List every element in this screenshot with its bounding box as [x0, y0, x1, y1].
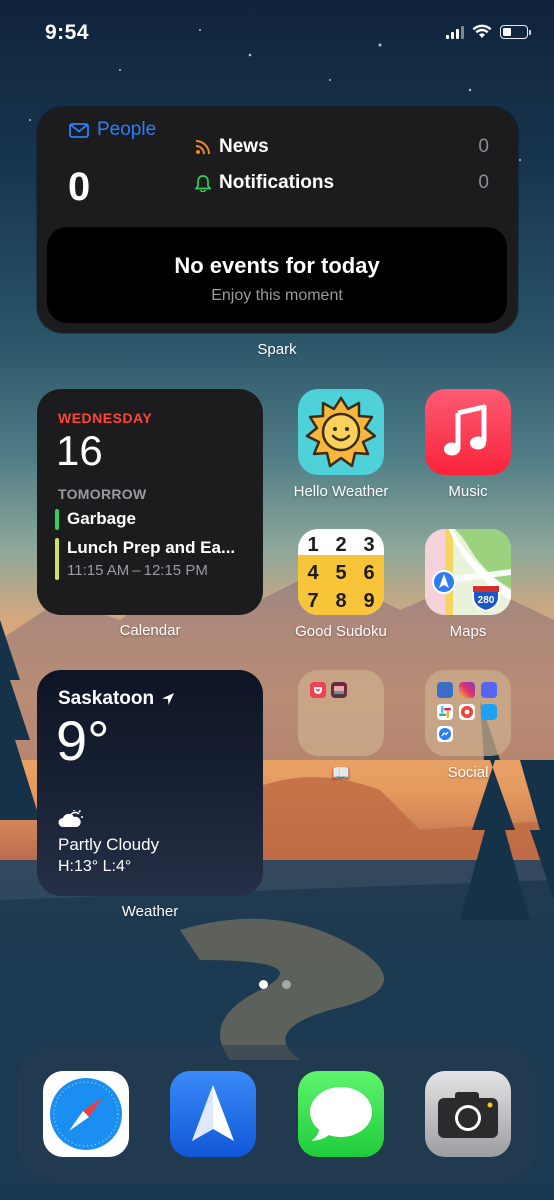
weather-city: Saskatoon — [58, 688, 155, 709]
messages-bubble-icon — [298, 1071, 384, 1157]
sudoku-digit: 6 — [363, 562, 374, 584]
folder-icon — [425, 670, 511, 756]
people-label: People — [97, 119, 157, 140]
dock-safari[interactable] — [43, 1071, 129, 1157]
event-color-bar — [55, 538, 59, 580]
page-indicator[interactable] — [259, 980, 291, 989]
news-count: 0 — [478, 136, 489, 157]
folder-icon — [298, 670, 384, 756]
rss-icon — [195, 140, 210, 155]
sudoku-digit: 9 — [363, 590, 374, 612]
books-folder[interactable]: 📖 — [298, 670, 384, 782]
music-app[interactable]: Music — [425, 389, 511, 500]
safari-compass-icon — [43, 1071, 129, 1157]
event-title: Lunch Prep and Ea... — [67, 538, 236, 557]
notifications-count: 0 — [478, 172, 489, 193]
page-dot[interactable] — [282, 980, 291, 989]
dock-messages[interactable] — [298, 1071, 384, 1157]
sudoku-digit: 7 — [307, 590, 318, 612]
books-folder-label: 📖 — [331, 765, 351, 782]
camera-icon — [425, 1071, 511, 1157]
weather-high-low: H:13° L:4° — [58, 858, 132, 875]
calendar-event[interactable]: Lunch Prep and Ea... 11:15 AM – 12:15 PM — [55, 538, 235, 580]
sudoku-digit: 2 — [335, 534, 346, 556]
twitter-icon — [481, 704, 497, 720]
social-folder-label: Social — [447, 764, 489, 781]
pocket-icon — [310, 682, 326, 698]
dock-camera[interactable] — [425, 1071, 511, 1157]
music-label: Music — [448, 483, 488, 500]
spark-widget[interactable]: People 0 News 0 Notifications 0 No event… — [37, 107, 518, 333]
good-sudoku-label: Good Sudoku — [295, 623, 387, 640]
status-bar: 9:54 — [0, 0, 554, 64]
partly-cloudy-icon — [58, 809, 84, 833]
maps-label: Maps — [449, 623, 487, 640]
maps-app[interactable]: 280 Maps — [425, 529, 511, 640]
social-folder[interactable]: Social — [425, 670, 511, 781]
pocket-casts-icon — [459, 704, 475, 720]
calendar-widget-label: Calendar — [119, 622, 181, 639]
music-note-icon — [425, 389, 511, 475]
event-color-bar — [55, 509, 59, 530]
notifications-label: Notifications — [219, 172, 335, 193]
bell-icon — [195, 174, 211, 192]
spark-plane-icon — [170, 1071, 256, 1157]
news-label: News — [219, 136, 269, 157]
hello-weather-icon — [298, 389, 384, 475]
people-count: 0 — [68, 165, 91, 209]
hello-weather-app[interactable]: Hello Weather — [294, 389, 388, 500]
events-title: No events for today — [174, 253, 380, 278]
calendar-event[interactable]: Garbage — [55, 509, 136, 530]
events-subtitle: Enjoy this moment — [211, 287, 343, 304]
location-arrow-icon — [162, 693, 175, 705]
good-sudoku-app[interactable]: 123 456 789 Good Sudoku — [295, 529, 387, 640]
sudoku-digit: 1 — [307, 534, 318, 556]
event-title: Garbage — [67, 509, 136, 528]
slack-icon — [437, 704, 453, 720]
event-time: 11:15 AM – 12:15 PM — [67, 562, 208, 579]
weather-widget[interactable]: Saskatoon 9° Partly Cloudy H:13° L:4° — [37, 670, 263, 896]
envelope-icon — [69, 122, 89, 138]
battery-icon — [500, 24, 531, 39]
dock — [17, 1045, 537, 1183]
tweetbot-icon — [437, 682, 453, 698]
notifications-row[interactable]: Notifications 0 — [195, 172, 489, 194]
sudoku-digit: 5 — [335, 562, 346, 584]
weather-condition: Partly Cloudy — [58, 835, 160, 854]
maps-icon: 280 — [425, 529, 511, 615]
sudoku-digit: 4 — [307, 562, 319, 584]
cellular-signal-icon — [446, 25, 464, 39]
instagram-icon — [459, 682, 475, 698]
weather-temperature: 9° — [56, 709, 110, 772]
spark-widget-label: Spark — [257, 341, 297, 358]
highway-shield-number: 280 — [478, 595, 495, 606]
sudoku-grid-icon: 123 456 789 — [298, 529, 384, 615]
people-link[interactable]: People — [69, 119, 156, 141]
news-row[interactable]: News 0 — [195, 136, 489, 158]
calendar-date: 16 — [56, 427, 103, 474]
calendar-weekday: WEDNESDAY — [58, 410, 153, 426]
hello-weather-label: Hello Weather — [293, 483, 389, 500]
calendar-section-label: TOMORROW — [58, 486, 147, 502]
books-app-icon — [331, 682, 347, 698]
calendar-widget[interactable]: WEDNESDAY 16 TOMORROW Garbage Lunch Prep… — [37, 389, 263, 615]
wifi-icon — [472, 24, 492, 38]
sudoku-digit: 8 — [335, 590, 346, 612]
messenger-icon — [437, 726, 453, 742]
sudoku-digit: 3 — [363, 534, 374, 556]
clock: 9:54 — [45, 21, 90, 44]
weather-widget-label: Weather — [121, 903, 179, 920]
dock-spark[interactable] — [170, 1071, 256, 1157]
discord-icon — [481, 682, 497, 698]
page-dot-active[interactable] — [259, 980, 268, 989]
events-panel[interactable]: No events for today Enjoy this moment — [47, 227, 507, 323]
